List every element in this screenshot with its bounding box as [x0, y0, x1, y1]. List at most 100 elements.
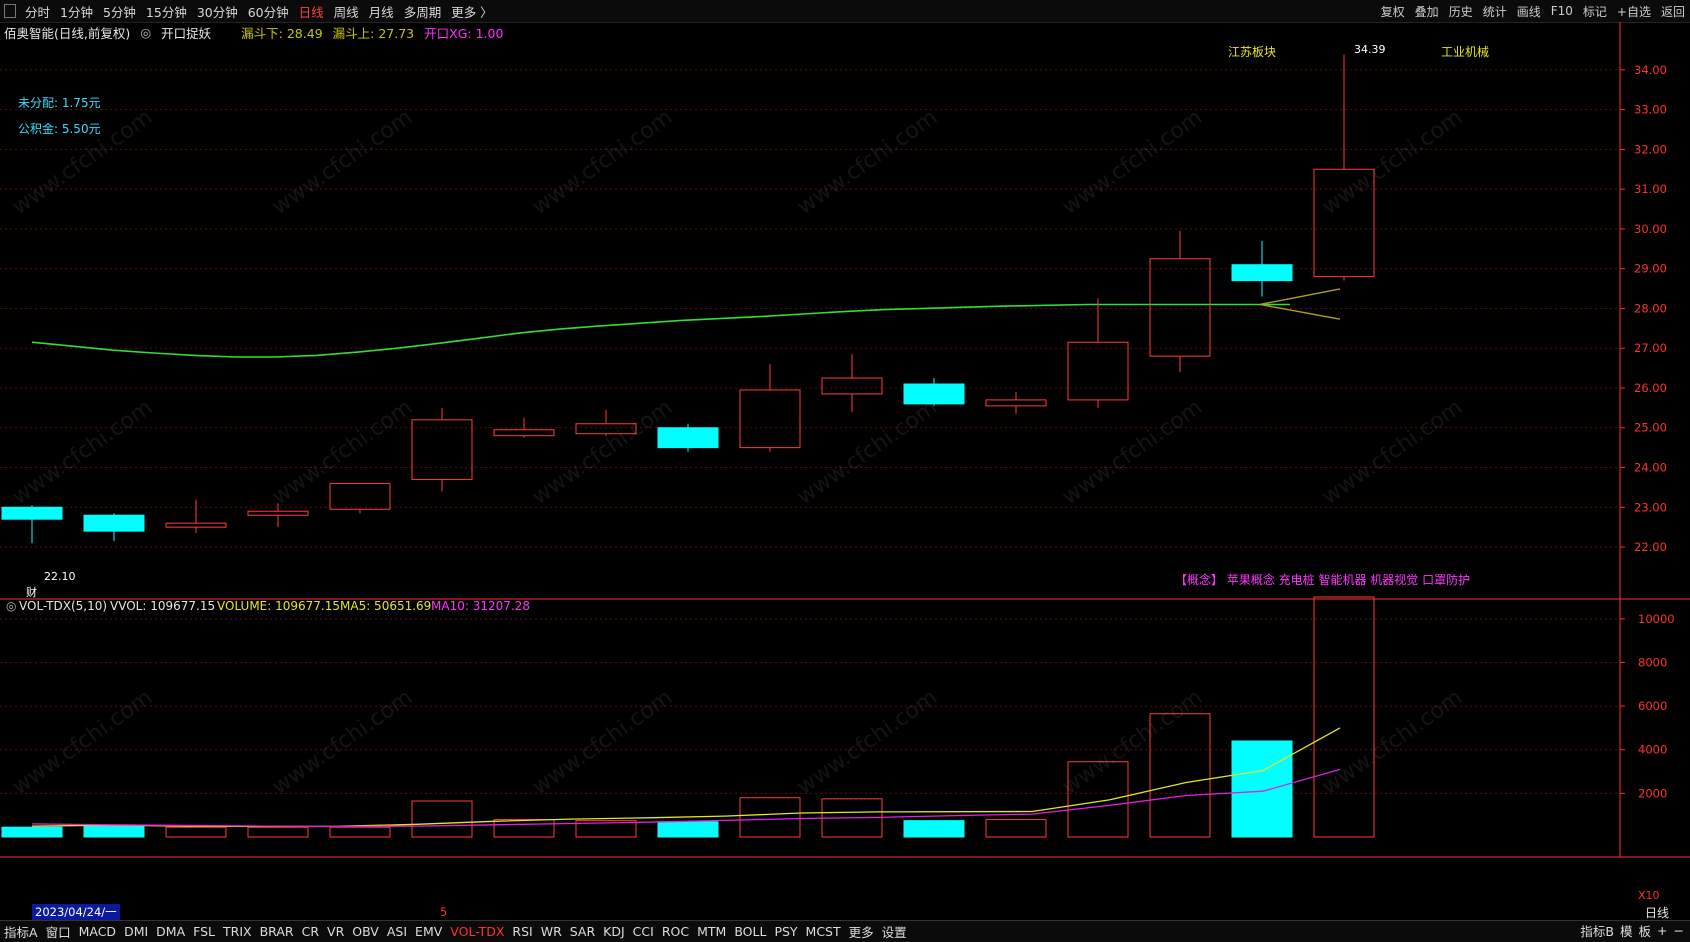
candle-body — [1149, 258, 1211, 357]
period-tab-4[interactable]: 30分钟 — [192, 2, 243, 21]
volume-bar — [83, 824, 145, 838]
volume-toggle-icon[interactable]: ◎ — [6, 599, 16, 613]
indicator-tabs: 指标A 窗口 MACD DMI DMA FSL TRIX BRAR CR VR OBV ASI EMV V… — [0, 920, 1690, 942]
indicator-tab-17[interactable]: KDJ — [599, 924, 629, 939]
volume-bar — [657, 821, 719, 838]
indicator-tab-2[interactable]: MACD — [75, 924, 120, 939]
concept-note: 【概念】 苹果概念 充电桩 智能机器 机器视觉 口罩防护 — [1175, 572, 1470, 587]
indicator-tab-13[interactable]: VOL-TDX — [446, 924, 508, 939]
period-tab-3[interactable]: 15分钟 — [141, 2, 192, 21]
period-tab-6[interactable]: 日线 — [294, 2, 329, 21]
indicator-tab-21[interactable]: BOLL — [730, 924, 770, 939]
candle-body — [1231, 264, 1293, 282]
indicator-tab-9[interactable]: VR — [323, 924, 348, 939]
indicator-tab-14[interactable]: RSI — [508, 924, 536, 939]
period-label: 日线 — [1645, 906, 1669, 920]
price-tick-label: 23.00 — [1634, 500, 1667, 514]
volume-tick-label: 2000 — [1638, 786, 1667, 800]
volume-bar — [1313, 596, 1375, 838]
price-tick-label: 25.00 — [1634, 421, 1667, 435]
cursor-position-mark: 5 — [440, 905, 447, 919]
toolbar-button-3[interactable]: 统计 — [1478, 3, 1512, 20]
bottom-control-3[interactable]: + — [1657, 923, 1667, 938]
toolbar-button-0[interactable]: 复权 — [1376, 3, 1410, 20]
indicator-tab-5[interactable]: FSL — [189, 924, 219, 939]
period-tab-1[interactable]: 1分钟 — [55, 2, 98, 21]
indicator-tab-20[interactable]: MTM — [693, 924, 730, 939]
candle-body — [165, 522, 227, 528]
toolbar-button-7[interactable]: +自选 — [1612, 3, 1656, 20]
toolbar-button-4[interactable]: 画线 — [1512, 3, 1546, 20]
toolbar-button-1[interactable]: 叠加 — [1410, 3, 1444, 20]
indicator-tab-25[interactable]: 设置 — [878, 922, 911, 941]
volume-bar — [329, 826, 391, 838]
period-tab-2[interactable]: 5分钟 — [98, 2, 141, 21]
toolbar-button-8[interactable]: 返回 — [1656, 3, 1690, 20]
volume-bar — [247, 826, 309, 838]
indicator-tab-11[interactable]: ASI — [383, 924, 411, 939]
sector-note: 江苏板块 — [1228, 45, 1276, 59]
price-volume-chart[interactable]: 22.00 23.00 24.00 25.00 26.00 27.00 28.00 29.00… — [0, 22, 1690, 920]
candle-body — [411, 419, 473, 480]
indicator-tab-19[interactable]: ROC — [658, 924, 693, 939]
bottom-control-0[interactable]: 指标B — [1580, 921, 1614, 940]
indicator-tab-4[interactable]: DMA — [152, 924, 189, 939]
ma5-value: MA5: 50651.69 — [340, 599, 431, 613]
candle-body — [821, 377, 883, 395]
price-tick-label: 31.00 — [1634, 182, 1667, 196]
volume-tick-label: 4000 — [1638, 743, 1667, 757]
volume-bar — [493, 819, 555, 838]
indicator-tab-12[interactable]: EMV — [411, 924, 446, 939]
indicator-tab-1[interactable]: 窗口 — [42, 922, 75, 941]
indicator-tab-6[interactable]: TRIX — [219, 924, 256, 939]
volume-bar — [1067, 761, 1129, 838]
indicator-tab-0[interactable]: 指标A — [0, 922, 42, 941]
indicator-tab-24[interactable]: 更多 — [845, 922, 878, 941]
funnel-lower-line — [1259, 303, 1341, 320]
volume-value: VOLUME: 109677.15 — [217, 599, 340, 613]
indicator-tab-3[interactable]: DMI — [120, 924, 152, 939]
volume-tick-label: 6000 — [1638, 699, 1667, 713]
toolbar-button-5[interactable]: F10 — [1546, 4, 1578, 18]
indicator-tab-8[interactable]: CR — [298, 924, 323, 939]
indicator-tab-7[interactable]: BRAR — [256, 924, 298, 939]
candle-body — [329, 482, 391, 510]
indicator-tab-16[interactable]: SAR — [566, 924, 599, 939]
candle-body — [1067, 341, 1129, 401]
volume-bar — [165, 826, 227, 838]
period-tab-0[interactable]: 分时 — [20, 2, 55, 21]
price-tick-label: 29.00 — [1634, 262, 1667, 276]
price-tick-label: 26.00 — [1634, 381, 1667, 395]
bottom-control-2[interactable]: 板 — [1639, 921, 1652, 940]
indicator-tab-23[interactable]: MCST — [802, 924, 845, 939]
candle-body — [657, 427, 719, 449]
volume-bar — [1, 826, 63, 838]
candle-body — [83, 514, 145, 532]
ma-line — [31, 303, 1290, 358]
volume-bar — [1149, 713, 1211, 838]
indicator-tab-15[interactable]: WR — [537, 924, 566, 939]
toolbar-button-2[interactable]: 历史 — [1444, 3, 1478, 20]
volume-tick-label: 10000 — [1638, 612, 1675, 626]
indicator-tab-18[interactable]: CCI — [629, 924, 658, 939]
volume-tick-label: 8000 — [1638, 655, 1667, 669]
volume-bar — [985, 819, 1047, 838]
period-tab-7[interactable]: 周线 — [329, 2, 364, 21]
price-tick-label: 30.00 — [1634, 222, 1667, 236]
toolbar-button-6[interactable]: 标记 — [1578, 3, 1612, 20]
period-tab-8[interactable]: 月线 — [364, 2, 399, 21]
indicator-tab-10[interactable]: OBV — [348, 924, 383, 939]
price-tick-label: 34.00 — [1634, 63, 1667, 77]
price-tick-label: 32.00 — [1634, 142, 1667, 156]
candle-body — [247, 510, 309, 516]
bottom-control-1[interactable]: 模 — [1620, 921, 1633, 940]
period-tab-9[interactable]: 多周期 — [399, 2, 447, 21]
indicator-tab-22[interactable]: PSY — [770, 924, 801, 939]
price-tick-label: 27.00 — [1634, 341, 1667, 355]
volume-bar — [903, 820, 965, 838]
volume-ma10-line — [31, 768, 1341, 828]
period-tab-10[interactable]: 更多 〉 — [446, 2, 497, 21]
bottom-control-4[interactable]: − — [1674, 923, 1684, 938]
period-tab-5[interactable]: 60分钟 — [243, 2, 294, 21]
window-icon[interactable] — [4, 4, 16, 18]
